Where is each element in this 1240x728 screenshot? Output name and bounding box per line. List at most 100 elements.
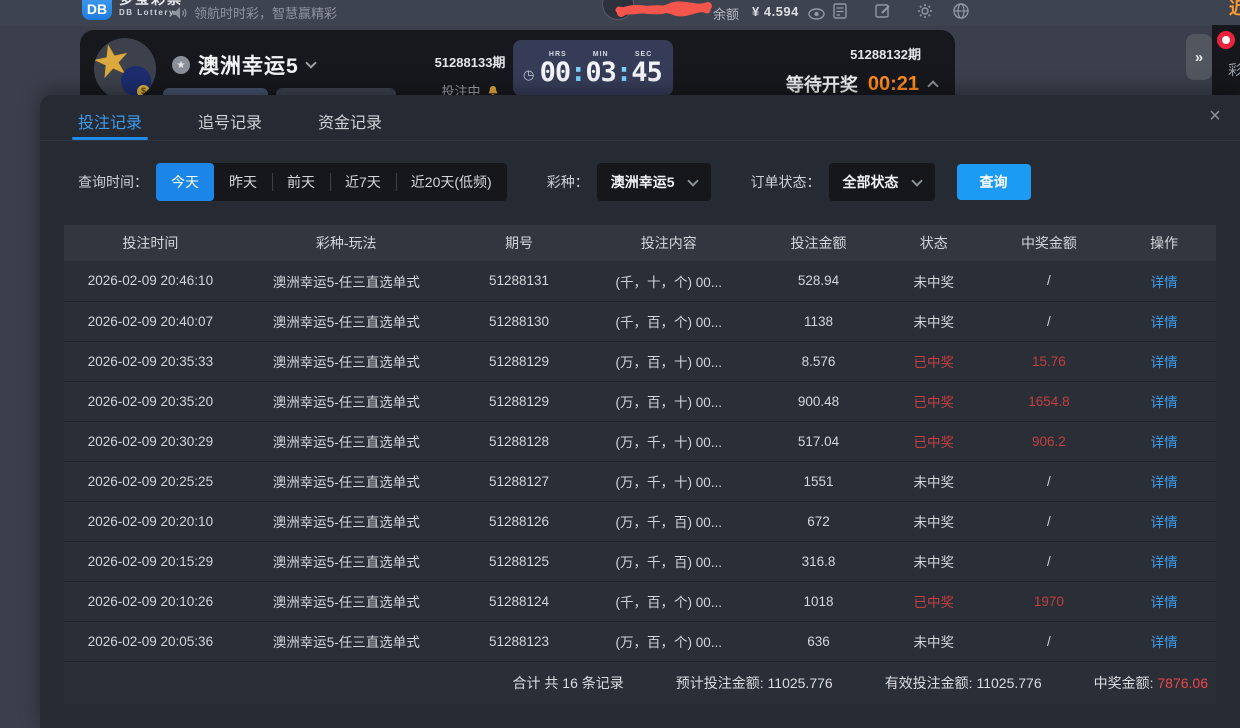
- cell-issue: 51288127: [456, 461, 583, 501]
- filters-row: 查询时间： 今天昨天前天近7天近20天(低频) 彩种： 澳洲幸运5 订单状态： …: [78, 163, 1202, 201]
- lottery-filter-label: 彩种：: [547, 172, 589, 192]
- summary-row: 合计 共 16 条记录 预计投注金额: 11025.776 有效投注金额: 11…: [64, 662, 1216, 704]
- cell-issue: 51288131: [456, 261, 583, 301]
- detail-link[interactable]: 详情: [1112, 581, 1216, 621]
- cell-bet-time: 2026-02-09 20:40:07: [64, 301, 237, 341]
- detail-link[interactable]: 详情: [1112, 461, 1216, 501]
- cell-win-amount: /: [986, 301, 1113, 341]
- cell-bet-content: (万，百，十) 00...: [582, 341, 755, 381]
- cell-game-play: 澳洲幸运5-任三直选单式: [237, 261, 456, 301]
- balance-label: 余额: [713, 4, 739, 23]
- cell-win-amount: 1654.8: [986, 381, 1113, 421]
- summary-total: 合计 共 16 条记录: [513, 673, 624, 693]
- cell-bet-content: (万，千，十) 00...: [582, 461, 755, 501]
- cell-bet-amount: 8.576: [755, 341, 882, 381]
- detail-link[interactable]: 详情: [1112, 501, 1216, 541]
- cell-bet-amount: 316.8: [755, 541, 882, 581]
- chevron-down-icon[interactable]: [305, 57, 316, 68]
- cell-issue: 51288124: [456, 581, 583, 621]
- detail-link[interactable]: 详情: [1112, 621, 1216, 661]
- cell-bet-content: (万，百，十) 00...: [582, 381, 755, 421]
- cell-win-amount: /: [986, 501, 1113, 541]
- cell-status: 未中奖: [882, 621, 986, 661]
- cell-bet-time: 2026-02-09 20:10:26: [64, 581, 237, 621]
- column-header: 投注金额: [755, 225, 882, 261]
- cell-win-amount: /: [986, 541, 1113, 581]
- cell-bet-amount: 1018: [755, 581, 882, 621]
- column-header: 期号: [456, 225, 583, 261]
- cell-game-play: 澳洲幸运5-任三直选单式: [237, 461, 456, 501]
- summary-win: 中奖金额: 7876.06: [1094, 673, 1208, 693]
- globe-icon[interactable]: [952, 2, 970, 20]
- detail-link[interactable]: 详情: [1112, 381, 1216, 421]
- time-option-近7天[interactable]: 近7天: [330, 163, 396, 201]
- summary-valid: 有效投注金额: 11025.776: [885, 673, 1042, 693]
- tab-投注记录[interactable]: 投注记录: [78, 109, 142, 140]
- close-icon[interactable]: ×: [1202, 103, 1228, 129]
- chevron-down-icon: [687, 175, 698, 186]
- report-icon[interactable]: [874, 2, 892, 20]
- column-header: 彩种-玩法: [237, 225, 456, 261]
- gear-icon[interactable]: [916, 2, 934, 20]
- eye-icon[interactable]: [808, 5, 825, 23]
- records-table: 投注时间彩种-玩法期号投注内容投注金额状态中奖金额操作 2026-02-09 2…: [64, 225, 1216, 662]
- game-avatar: ★ $: [94, 38, 156, 100]
- table-row: 2026-02-09 20:35:33 澳洲幸运5-任三直选单式 5128812…: [64, 341, 1216, 381]
- cell-bet-time: 2026-02-09 20:46:10: [64, 261, 237, 301]
- collapse-panel-button[interactable]: »: [1186, 34, 1212, 80]
- cell-status: 已中奖: [882, 381, 986, 421]
- alarm-clock-icon: ◷: [523, 67, 534, 83]
- tab-追号记录[interactable]: 追号记录: [198, 109, 262, 140]
- cell-game-play: 澳洲幸运5-任三直选单式: [237, 581, 456, 621]
- cell-bet-time: 2026-02-09 20:15:29: [64, 541, 237, 581]
- table-header-row: 投注时间彩种-玩法期号投注内容投注金额状态中奖金额操作: [64, 225, 1216, 261]
- detail-link[interactable]: 详情: [1112, 301, 1216, 341]
- cell-bet-amount: 528.94: [755, 261, 882, 301]
- current-issue: 51288133期: [425, 52, 515, 71]
- cell-bet-amount: 672: [755, 501, 882, 541]
- column-header: 操作: [1112, 225, 1216, 261]
- cell-bet-amount: 1138: [755, 301, 882, 341]
- summary-win-value: 7876.06: [1157, 675, 1208, 691]
- time-option-近20天(低频)[interactable]: 近20天(低频): [396, 163, 507, 201]
- query-button[interactable]: 查询: [957, 164, 1031, 200]
- calculator-icon[interactable]: [832, 2, 848, 20]
- detail-link[interactable]: 详情: [1112, 421, 1216, 461]
- cell-win-amount: /: [986, 261, 1113, 301]
- announcement-text: 领航时时彩，智慧赢精彩: [194, 3, 337, 22]
- tab-资金记录[interactable]: 资金记录: [318, 109, 382, 140]
- table-row: 2026-02-09 20:30:29 澳洲幸运5-任三直选单式 5128812…: [64, 421, 1216, 461]
- redaction-scribble: [615, 0, 713, 22]
- detail-link[interactable]: 详情: [1112, 341, 1216, 381]
- time-option-今天[interactable]: 今天: [156, 163, 214, 201]
- cell-bet-time: 2026-02-09 20:30:29: [64, 421, 237, 461]
- chevron-up-icon[interactable]: [927, 80, 938, 91]
- detail-link[interactable]: 详情: [1112, 541, 1216, 581]
- waiting-countdown: 00:21: [868, 73, 919, 96]
- time-option-前天[interactable]: 前天: [272, 163, 330, 201]
- order-status-select[interactable]: 全部状态: [829, 163, 935, 201]
- time-filter-label: 查询时间：: [78, 172, 148, 192]
- lottery-select[interactable]: 澳洲幸运5: [597, 163, 711, 201]
- table-row: 2026-02-09 20:15:29 澳洲幸运5-任三直选单式 5128812…: [64, 541, 1216, 581]
- game-title: 澳洲幸运5: [198, 50, 299, 80]
- cell-game-play: 澳洲幸运5-任三直选单式: [237, 501, 456, 541]
- time-option-昨天[interactable]: 昨天: [214, 163, 272, 201]
- cell-issue: 51288125: [456, 541, 583, 581]
- cell-status: 未中奖: [882, 261, 986, 301]
- favorite-icon[interactable]: ★: [172, 56, 190, 74]
- cell-bet-content: (万，千，百) 00...: [582, 501, 755, 541]
- cell-game-play: 澳洲幸运5-任三直选单式: [237, 541, 456, 581]
- table-row: 2026-02-09 20:20:10 澳洲幸运5-任三直选单式 5128812…: [64, 501, 1216, 541]
- cell-game-play: 澳洲幸运5-任三直选单式: [237, 421, 456, 461]
- game-title-row[interactable]: ★ 澳洲幸运5: [172, 50, 315, 80]
- cell-win-amount: /: [986, 461, 1113, 501]
- table-row: 2026-02-09 20:46:10 澳洲幸运5-任三直选单式 5128813…: [64, 261, 1216, 301]
- records-body: 2026-02-09 20:46:10 澳洲幸运5-任三直选单式 5128813…: [64, 261, 1216, 661]
- cell-game-play: 澳洲幸运5-任三直选单式: [237, 301, 456, 341]
- corner-clipped-text: 近: [1229, 0, 1240, 19]
- status-filter-label: 订单状态：: [751, 172, 821, 192]
- detail-link[interactable]: 详情: [1112, 261, 1216, 301]
- cell-bet-amount: 636: [755, 621, 882, 661]
- chevron-down-icon: [911, 175, 922, 186]
